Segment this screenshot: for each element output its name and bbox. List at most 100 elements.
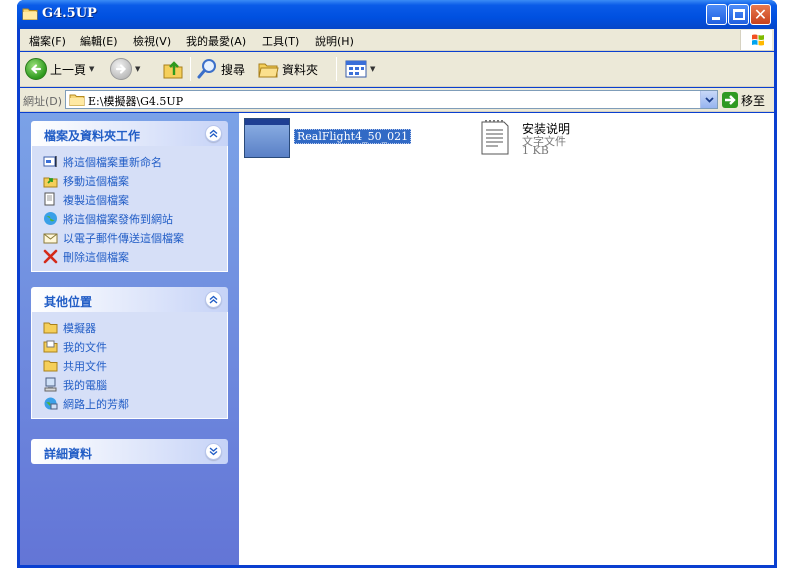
back-button[interactable]: 上一頁 ▼ — [25, 57, 94, 81]
back-arrow-icon — [25, 58, 47, 80]
file-tasks-panel: 檔案及資料夾工作 將這個檔案重新命名 移動這個檔案 複製這個檔案 將這個檔案發佈… — [31, 121, 228, 272]
other-places-panel: 其他位置 模擬器 我的文件 共用文件 我的電腦 網路上的芳鄰 — [31, 287, 228, 419]
address-label: 網址(D) — [23, 95, 63, 108]
folders-label: 資料夾 — [282, 62, 319, 77]
explorer-window: G4.5UP ✕ 檔案(F) 編輯(E) 檢視(V) 我的最愛(A) 工具(T)… — [17, 0, 777, 568]
title-bar[interactable]: G4.5UP ✕ — [17, 0, 777, 29]
task-label: 移動這個檔案 — [63, 174, 129, 188]
go-button[interactable]: 移至 — [722, 91, 765, 109]
place-label: 網路上的芳鄰 — [63, 397, 129, 411]
menu-file[interactable]: 檔案(F) — [29, 33, 66, 49]
text-document-icon — [481, 120, 509, 155]
collapse-chevron-icon[interactable] — [205, 291, 222, 308]
views-button[interactable]: ▼ — [345, 57, 375, 81]
close-button[interactable]: ✕ — [750, 4, 771, 25]
task-email[interactable]: 以電子郵件傳送這個檔案 — [32, 228, 227, 247]
address-dropdown-button[interactable] — [700, 91, 717, 108]
menu-view[interactable]: 檢視(V) — [133, 33, 171, 49]
task-label: 複製這個檔案 — [63, 193, 129, 207]
search-icon — [197, 59, 216, 79]
collapse-chevron-icon[interactable] — [205, 125, 222, 142]
menu-favorites[interactable]: 我的最愛(A) — [186, 33, 246, 49]
up-folder-icon — [163, 61, 183, 79]
toolbar-separator — [190, 57, 191, 81]
place-my-documents[interactable]: 我的文件 — [32, 337, 227, 356]
toolbar: 上一頁 ▼ ▼ 搜尋 資料夾 ▼ — [20, 52, 774, 87]
minimize-icon — [712, 17, 720, 20]
window-title: G4.5UP — [42, 6, 97, 21]
details-title: 詳細資料 — [44, 447, 93, 461]
move-icon — [43, 177, 58, 188]
task-publish-web[interactable]: 將這個檔案發佈到網站 — [32, 209, 227, 228]
shared-folder-icon — [43, 360, 58, 372]
views-icon — [345, 60, 367, 78]
application-window-icon — [244, 118, 290, 158]
delete-icon — [43, 249, 58, 264]
task-label: 將這個檔案重新命名 — [63, 155, 162, 169]
file-tasks-body: 將這個檔案重新命名 移動這個檔案 複製這個檔案 將這個檔案發佈到網站 以電子郵件… — [31, 146, 228, 272]
my-documents-icon — [43, 340, 58, 353]
place-label: 模擬器 — [63, 321, 96, 335]
place-label: 共用文件 — [63, 359, 107, 373]
maximize-icon — [733, 9, 745, 20]
file-tasks-header[interactable]: 檔案及資料夾工作 — [31, 121, 228, 146]
place-my-computer[interactable]: 我的電腦 — [32, 375, 227, 394]
back-label: 上一頁 — [50, 62, 87, 77]
place-network[interactable]: 網路上的芳鄰 — [32, 394, 227, 413]
minimize-button[interactable] — [706, 4, 727, 25]
place-label: 我的文件 — [63, 340, 107, 354]
back-dropdown-icon[interactable]: ▼ — [89, 65, 94, 73]
network-icon — [44, 397, 58, 410]
chevron-down-icon — [705, 97, 714, 103]
menu-edit[interactable]: 編輯(E) — [80, 33, 118, 49]
task-label: 將這個檔案發佈到網站 — [63, 212, 173, 226]
task-rename[interactable]: 將這個檔案重新命名 — [32, 152, 227, 171]
up-folder-button[interactable] — [162, 57, 184, 81]
folders-icon — [258, 63, 279, 78]
menu-bar: 檔案(F) 編輯(E) 檢視(V) 我的最愛(A) 工具(T) 說明(H) — [20, 29, 774, 51]
views-dropdown-icon[interactable]: ▼ — [370, 65, 375, 73]
rename-icon — [43, 156, 57, 167]
address-input[interactable]: E:\模擬器\G4.5UP — [65, 90, 718, 109]
go-arrow-icon — [722, 92, 738, 108]
copy-icon — [44, 192, 55, 206]
folders-button[interactable]: 資料夾 — [257, 57, 318, 81]
file-size: 1 KB — [522, 144, 549, 157]
file-item-realflight[interactable]: RealFlight4_50_021 — [239, 113, 439, 163]
details-header[interactable]: 詳細資料 — [31, 439, 228, 464]
menu-help[interactable]: 說明(H) — [315, 33, 354, 49]
content-area: 檔案及資料夾工作 將這個檔案重新命名 移動這個檔案 複製這個檔案 將這個檔案發佈… — [20, 113, 774, 565]
other-places-title: 其他位置 — [44, 295, 93, 309]
forward-dropdown-icon[interactable]: ▼ — [135, 65, 140, 73]
expand-chevron-icon[interactable] — [205, 443, 222, 460]
forward-button[interactable]: ▼ — [110, 57, 140, 81]
menu-tools[interactable]: 工具(T) — [262, 33, 299, 49]
task-label: 刪除這個檔案 — [63, 250, 129, 264]
windows-logo — [740, 30, 772, 50]
folder-icon — [22, 8, 38, 20]
toolbar-separator — [336, 57, 337, 81]
task-label: 以電子郵件傳送這個檔案 — [63, 231, 184, 245]
place-shared-documents[interactable]: 共用文件 — [32, 356, 227, 375]
place-simulator[interactable]: 模擬器 — [32, 318, 227, 337]
windows-flag-icon — [752, 34, 764, 46]
folder-icon — [69, 94, 85, 106]
place-label: 我的電腦 — [63, 378, 107, 392]
address-bar: 網址(D) E:\模擬器\G4.5UP 移至 — [20, 88, 774, 112]
my-computer-icon — [44, 377, 57, 392]
task-delete[interactable]: 刪除這個檔案 — [32, 247, 227, 266]
search-button[interactable]: 搜尋 — [196, 57, 245, 81]
task-copy[interactable]: 複製這個檔案 — [32, 190, 227, 209]
go-label: 移至 — [741, 93, 766, 108]
file-list: RealFlight4_50_021 安装说明 文字文件 1 KB — [239, 113, 774, 565]
forward-arrow-icon — [110, 58, 132, 80]
file-tasks-title: 檔案及資料夾工作 — [44, 129, 141, 143]
maximize-button[interactable] — [728, 4, 749, 25]
file-item-install-notes[interactable]: 安装说明 文字文件 1 KB — [474, 113, 634, 163]
details-panel: 詳細資料 — [31, 439, 228, 464]
email-icon — [43, 233, 58, 244]
other-places-body: 模擬器 我的文件 共用文件 我的電腦 網路上的芳鄰 — [31, 312, 228, 419]
other-places-header[interactable]: 其他位置 — [31, 287, 228, 312]
task-move[interactable]: 移動這個檔案 — [32, 171, 227, 190]
folder-icon — [43, 322, 58, 334]
